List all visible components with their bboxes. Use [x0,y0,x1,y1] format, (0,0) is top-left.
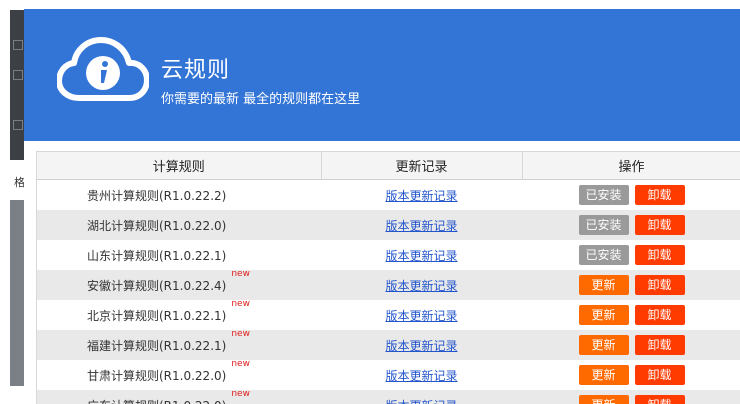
rules-table: 计算规则 更新记录 操作 贵州计算规则(R1.0.22.2) 版本更新记录 已安装卸… [37,152,740,404]
rule-name: 山东计算规则(R1.0.22.1) [87,248,227,263]
rule-cell: 北京计算规则(R1.0.22.1) new [37,299,321,330]
rule-cell: 福建计算规则(R1.0.22.1) new [37,329,321,360]
changelog-cell: 版本更新记录 [321,300,522,330]
column-header-rule: 计算规则 [37,152,322,180]
new-badge: new [231,328,250,339]
table-header-row: 计算规则 更新记录 操作 [37,152,740,180]
update-button[interactable]: 更新 [578,305,629,325]
column-header-changelog: 更新记录 [321,152,523,180]
rule-cell: 安徽计算规则(R1.0.22.4) new [37,269,321,300]
dialog-title: 云规则 [161,58,231,83]
rule-name: 广东计算规则(R1.0.22.0) [87,399,226,404]
changelog-link[interactable]: 版本更新记录 [385,399,457,404]
rule-cell: 湖北计算规则(R1.0.22.0) [37,210,321,240]
rule-name: 湖北计算规则(R1.0.22.0) [87,218,227,233]
changelog-cell: 版本更新记录 [321,360,522,390]
changelog-link[interactable]: 版本更新记录 [385,309,457,323]
rule-cell: 广东计算规则(R1.0.22.0) new [37,389,321,404]
changelog-link[interactable]: 版本更新记录 [385,369,457,383]
background-toolbar [10,10,24,160]
installed-button[interactable]: 已安装 [578,185,629,205]
table-row: 贵州计算规则(R1.0.22.2) 版本更新记录 已安装 卸载 [37,180,740,211]
rule-name-wrap: 广东计算规则(R1.0.22.0) new [87,389,250,404]
table-row: 北京计算规则(R1.0.22.1) new 版本更新记录 更新 卸载 [37,299,740,330]
rule-name-wrap: 甘肃计算规则(R1.0.22.0) new [87,359,250,384]
table-row: 广东计算规则(R1.0.22.0) new 版本更新记录 更新卸载 [37,389,740,404]
update-button[interactable]: 更新 [578,275,629,295]
uninstall-button[interactable]: 卸载 [634,245,685,265]
uninstall-button[interactable]: 卸载 [634,335,685,355]
changelog-link[interactable]: 版本更新记录 [385,249,457,263]
rule-name: 甘肃计算规则(R1.0.22.0) [87,368,227,383]
cloud-rules-dialog: 云规则 你需要的最新 最全的规则都在这里 计算规则 更新记录 操作 贵州计算规则… [24,9,740,404]
uninstall-button[interactable]: 卸载 [634,185,685,205]
new-badge: new [231,298,250,309]
rule-name: 北京计算规则(R1.0.22.1) [87,308,227,323]
table-row: 湖北计算规则(R1.0.22.0) 版本更新记录 已安装 卸载 [37,210,740,240]
rule-name-wrap: 贵州计算规则(R1.0.22.2) [87,187,226,204]
rule-cell: 山东计算规则(R1.0.22.1) [37,240,321,270]
rule-name-wrap: 福建计算规则(R1.0.22.1) new [87,329,250,354]
update-button[interactable]: 更新 [578,335,629,355]
dialog-subtitle: 你需要的最新 最全的规则都在这里 [161,92,361,107]
new-badge: new [231,268,250,279]
dialog-header: 云规则 你需要的最新 最全的规则都在这里 [24,9,740,141]
table-row: 安徽计算规则(R1.0.22.4) new 版本更新记录 更新 卸载 [37,269,740,300]
background-toolbar-icon [13,40,23,50]
table-row: 山东计算规则(R1.0.22.1) 版本更新记录 已安装 卸载 [37,240,740,270]
installed-button[interactable]: 已安装 [578,215,629,235]
rules-panel: 计算规则 更新记录 操作 贵州计算规则(R1.0.22.2) 版本更新记录 已安装卸… [36,151,740,404]
uninstall-button[interactable]: 卸载 [634,275,685,295]
uninstall-button[interactable]: 卸载 [634,305,685,325]
background-toolbar-icon [13,70,23,80]
changelog-cell: 版本更新记录 [321,210,522,240]
actions-cell: 更新卸载 [522,360,740,390]
changelog-cell: 版本更新记录 [321,390,522,404]
changelog-cell: 版本更新记录 [321,330,522,360]
actions-cell: 更新卸载 [522,300,740,330]
changelog-link[interactable]: 版本更新记录 [385,339,457,353]
table-body: 贵州计算规则(R1.0.22.2) 版本更新记录 已安装 卸载 湖北计算规则(R1.0.… [37,180,740,404]
actions-cell: 已安装 卸载 [522,180,740,211]
rule-name-wrap: 北京计算规则(R1.0.22.1) new [87,299,250,324]
uninstall-button[interactable]: 卸载 [634,215,685,235]
actions-cell: 更新卸载 [522,270,740,300]
actions-cell: 更新卸载 [522,330,740,360]
update-button[interactable]: 更新 [578,395,629,404]
rule-name: 贵州计算规则(R1.0.22.2) [87,188,227,203]
actions-cell: 已安装 卸载 [522,240,740,270]
actions-cell: 已安装 卸载 [522,210,740,240]
background-window: 格 [0,0,25,404]
uninstall-button[interactable]: 卸载 [634,365,685,385]
background-toolbar-icon [13,120,23,130]
changelog-link[interactable]: 版本更新记录 [385,219,457,233]
column-header-actions: 操作 [522,152,740,180]
table-row: 福建计算规则(R1.0.22.1) new 版本更新记录 更新 卸载 [37,329,740,360]
changelog-cell: 版本更新记录 [321,270,522,300]
changelog-link[interactable]: 版本更新记录 [385,189,457,203]
rule-name-wrap: 山东计算规则(R1.0.22.1) [87,247,226,264]
background-panel [10,200,24,386]
update-button[interactable]: 更新 [578,365,629,385]
rule-cell: 甘肃计算规则(R1.0.22.0) new [37,359,321,390]
uninstall-button[interactable]: 卸载 [634,395,685,404]
rule-cell: 贵州计算规则(R1.0.22.2) [37,180,321,211]
rule-name: 安徽计算规则(R1.0.22.4) [87,278,227,293]
new-badge: new [231,388,250,399]
changelog-link[interactable]: 版本更新记录 [385,279,457,293]
actions-cell: 更新卸载 [522,390,740,404]
changelog-cell: 版本更新记录 [321,180,522,211]
installed-button[interactable]: 已安装 [578,245,629,265]
changelog-cell: 版本更新记录 [321,240,522,270]
rule-name-wrap: 湖北计算规则(R1.0.22.0) [87,217,226,234]
rule-name-wrap: 安徽计算规则(R1.0.22.4) new [87,269,250,294]
cloud-info-icon [57,37,149,101]
rule-name: 福建计算规则(R1.0.22.1) [87,338,227,353]
new-badge: new [231,358,250,369]
table-row: 甘肃计算规则(R1.0.22.0) new 版本更新记录 更新 卸载 [37,359,740,390]
